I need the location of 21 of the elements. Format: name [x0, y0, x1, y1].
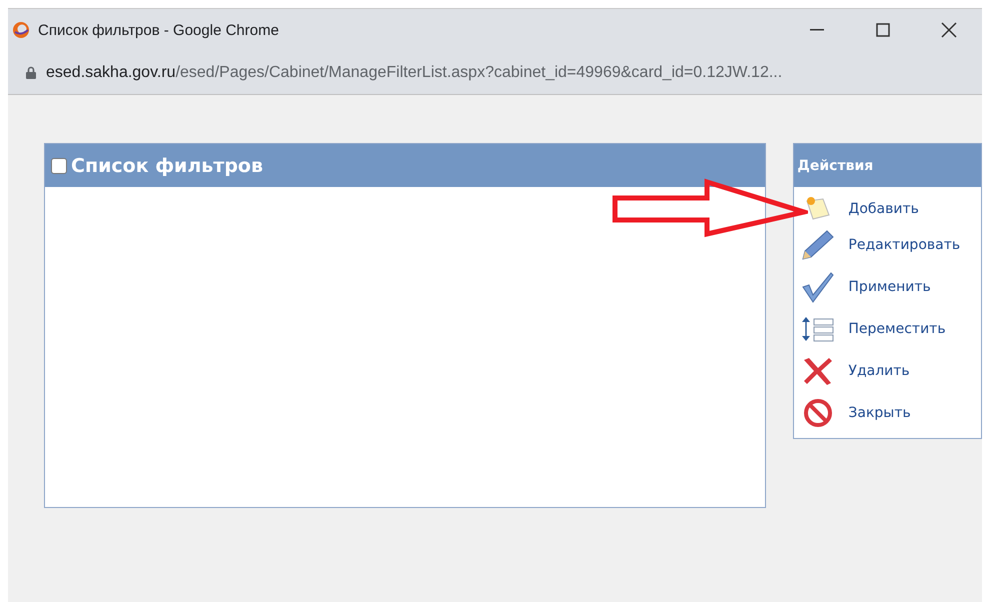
select-all-checkbox[interactable]: [51, 158, 67, 174]
actions-title: Действия: [797, 158, 874, 174]
url-host: esed.sakha.gov.ru: [46, 64, 176, 80]
close-icon: [941, 22, 957, 38]
window-title: Список фильтров - Google Chrome: [38, 22, 280, 38]
maximize-icon: [876, 23, 890, 37]
action-link[interactable]: Применить: [848, 278, 931, 294]
minimize-icon: [810, 29, 824, 31]
url-path: /esed/Pages/Cabinet/ManageFilterList.aspx?cabinet_id=49969&card_id=0.12JW.12...: [176, 64, 782, 80]
app-logo-icon: [12, 21, 30, 39]
pencil-icon: [801, 228, 836, 260]
checkmark-icon: [801, 270, 836, 302]
action-link[interactable]: Закрыть: [848, 404, 911, 420]
action-link[interactable]: Добавить: [848, 201, 919, 217]
panel-title: Список фильтров: [71, 154, 263, 176]
prohibited-icon: [803, 398, 834, 428]
action-link[interactable]: Удалить: [848, 362, 910, 378]
action-link[interactable]: Переместить: [848, 320, 946, 336]
action-link[interactable]: Редактировать: [848, 236, 960, 252]
lock-icon: [26, 66, 36, 79]
reorder-icon: [801, 316, 836, 342]
